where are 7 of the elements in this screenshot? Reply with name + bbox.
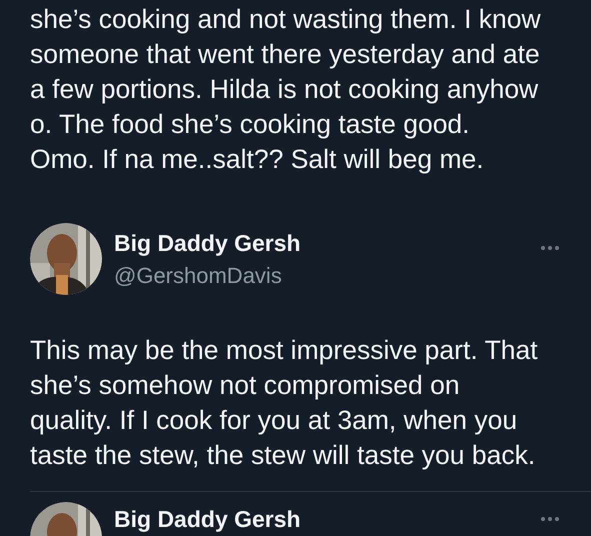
author-handle[interactable]: @GershomDavis [114, 262, 528, 288]
more-options-icon[interactable] [540, 516, 560, 522]
author-name[interactable]: Big Daddy Gersh [114, 506, 528, 533]
tweet-text: This may be the most impressive part. That she’s somehow not compromised on quality. If I cook for you at 3am, when you taste the stew, the stew will taste you back. [30, 334, 539, 472]
tweet-text: she’s cooking and not wasting them. I know someone that went there yesterday and ate a few portions. Hilda is not cooking anyhow o. The food she’s cooking taste good. Omo. If na me..salt?? Salt will beg me. [30, 3, 542, 176]
author-name[interactable]: Big Daddy Gersh [114, 230, 528, 256]
more-options-icon[interactable] [540, 245, 560, 251]
